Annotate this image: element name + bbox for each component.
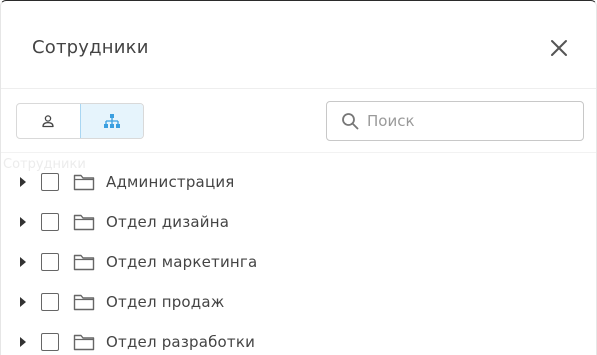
search-icon bbox=[342, 113, 359, 130]
search-box bbox=[326, 101, 584, 141]
tree-row: Отдел маркетинга bbox=[1, 242, 596, 282]
search-input[interactable] bbox=[367, 106, 567, 136]
org-structure-icon bbox=[103, 114, 120, 128]
folder-icon bbox=[73, 174, 95, 191]
department-label[interactable]: Администрация bbox=[106, 173, 235, 191]
employees-dialog: Сотрудники Поиск Сотрудники Администраци… bbox=[0, 0, 597, 355]
structure-view-toggle[interactable] bbox=[79, 104, 143, 138]
dialog-toolbar bbox=[1, 89, 596, 153]
dialog-title: Сотрудники bbox=[32, 37, 149, 58]
folder-icon bbox=[73, 214, 95, 231]
row-checkbox[interactable] bbox=[41, 333, 59, 351]
tree-row: Отдел разработки bbox=[1, 322, 596, 355]
caret-right-icon[interactable] bbox=[18, 296, 28, 308]
caret-right-icon[interactable] bbox=[18, 336, 28, 348]
department-label[interactable]: Отдел маркетинга bbox=[106, 253, 257, 271]
tree-row: Администрация bbox=[1, 162, 596, 202]
view-toggle bbox=[16, 103, 144, 139]
department-label[interactable]: Отдел дизайна bbox=[106, 213, 229, 231]
list-view-toggle[interactable] bbox=[17, 104, 80, 138]
row-checkbox[interactable] bbox=[41, 293, 59, 311]
person-icon bbox=[42, 115, 55, 128]
close-button[interactable] bbox=[548, 37, 570, 59]
row-checkbox[interactable] bbox=[41, 173, 59, 191]
tree-row: Отдел дизайна bbox=[1, 202, 596, 242]
caret-right-icon[interactable] bbox=[18, 176, 28, 188]
department-label[interactable]: Отдел разработки bbox=[106, 333, 255, 351]
dialog-header: Сотрудники bbox=[1, 1, 596, 89]
row-checkbox[interactable] bbox=[41, 213, 59, 231]
close-icon bbox=[551, 40, 567, 56]
folder-icon bbox=[73, 254, 95, 271]
tree-row: Отдел продаж bbox=[1, 282, 596, 322]
department-tree: Администрация Отдел дизайна Отдел маркет… bbox=[1, 162, 596, 355]
row-checkbox[interactable] bbox=[41, 253, 59, 271]
caret-right-icon[interactable] bbox=[18, 216, 28, 228]
department-label[interactable]: Отдел продаж bbox=[106, 293, 224, 311]
folder-icon bbox=[73, 334, 95, 351]
caret-right-icon[interactable] bbox=[18, 256, 28, 268]
folder-icon bbox=[73, 294, 95, 311]
